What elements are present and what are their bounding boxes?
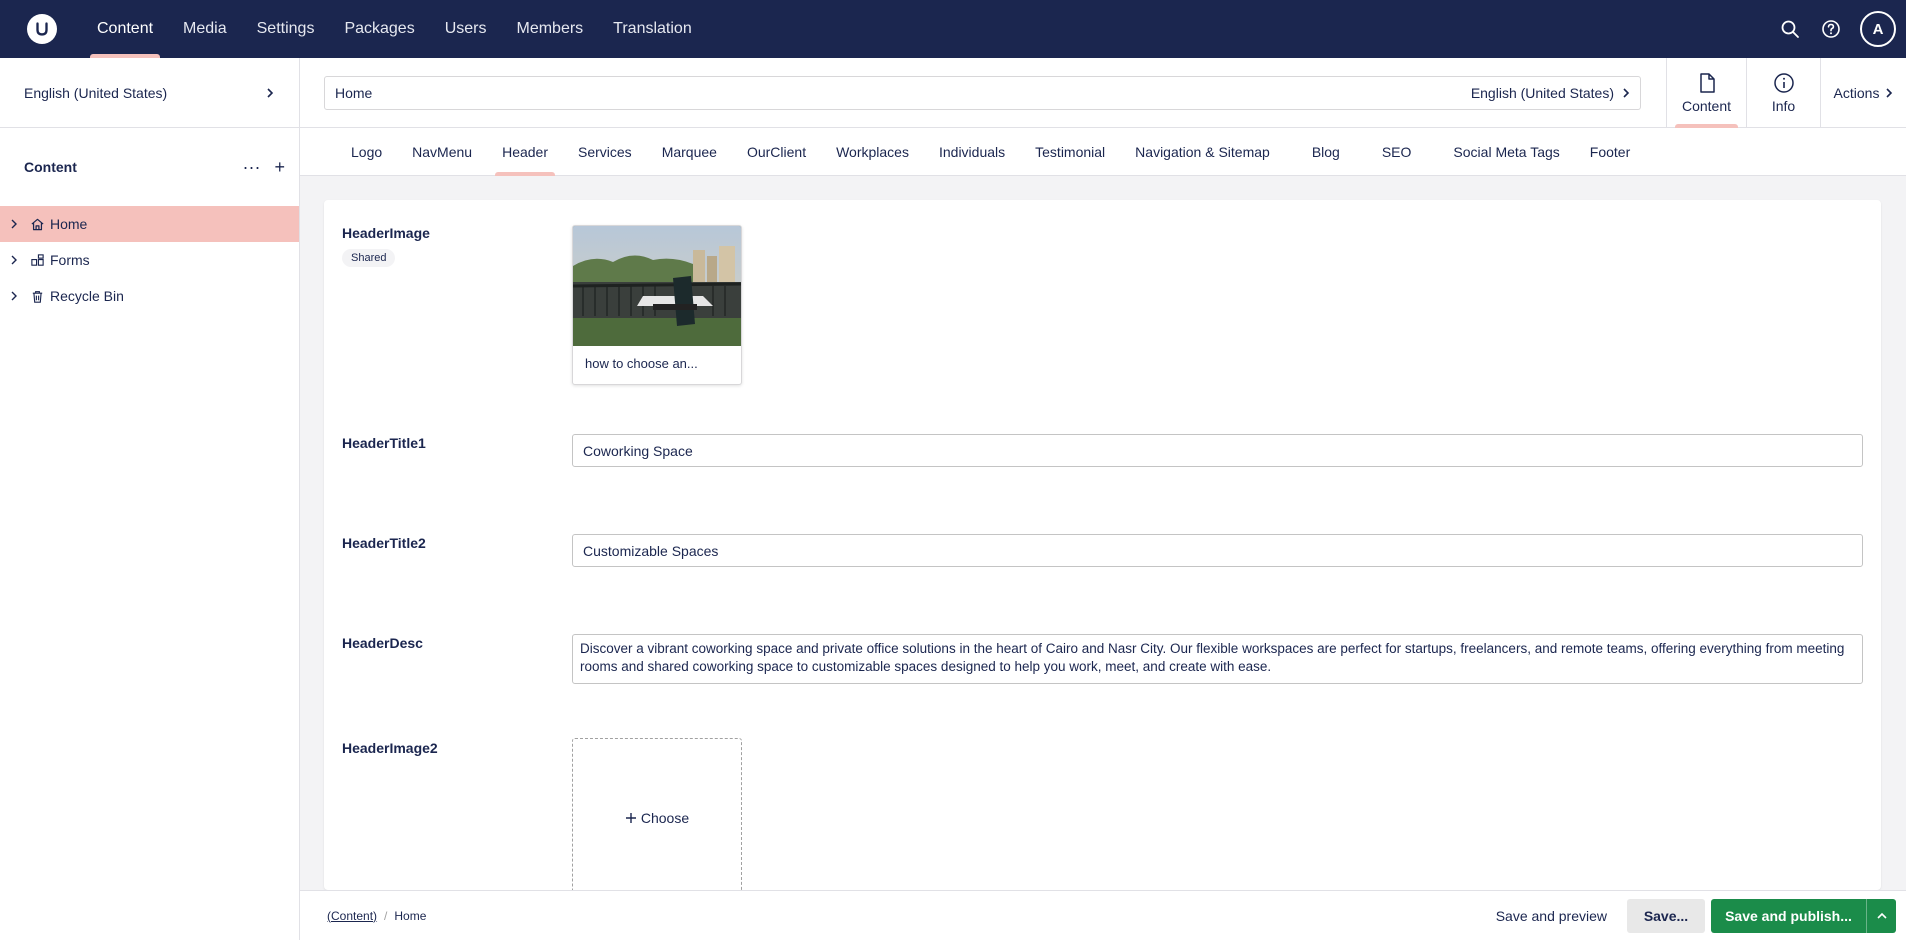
tab-header[interactable]: Header [487, 128, 563, 176]
property-label: HeaderDesc [342, 635, 423, 651]
chevron-right-icon [1623, 88, 1630, 98]
document-name-value: Home [335, 85, 373, 101]
save-and-publish-button[interactable]: Save and publish... [1711, 899, 1866, 933]
header-desc-textarea[interactable]: Discover a vibrant coworking space and p… [572, 634, 1863, 684]
tree-item-label: Recycle Bin [50, 288, 124, 304]
variant-selector[interactable]: English (United States) [1471, 85, 1630, 101]
trash-icon [28, 287, 46, 305]
home-icon [28, 215, 46, 233]
tab-marquee[interactable]: Marquee [647, 128, 732, 176]
user-avatar[interactable]: A [1860, 11, 1896, 47]
tab-logo[interactable]: Logo [336, 128, 397, 176]
save-and-preview-button[interactable]: Save and preview [1482, 899, 1621, 933]
top-bar: Content Media Settings Packages Users Me… [0, 0, 1906, 58]
tab-navigation-sitemap[interactable]: Navigation & Sitemap [1120, 128, 1285, 176]
section-media[interactable]: Media [168, 0, 242, 58]
tree-item-home[interactable]: Home [0, 206, 299, 242]
actions-menu-button[interactable]: Actions [1820, 58, 1906, 128]
tree-item-forms[interactable]: Forms [0, 242, 299, 278]
document-name-input[interactable]: Home English (United States) [324, 76, 1641, 110]
property-label: HeaderImage2 [342, 740, 438, 756]
plus-icon [625, 813, 636, 823]
property-group-tabs: Logo NavMenu Header Services Marquee Our… [300, 128, 1906, 176]
tab-workplaces[interactable]: Workplaces [821, 128, 924, 176]
chevron-right-icon[interactable] [10, 291, 24, 301]
section-users[interactable]: Users [430, 0, 502, 58]
tab-social-meta-tags[interactable]: Social Meta Tags [1438, 128, 1574, 176]
media-caption: how to choose an... [585, 356, 698, 371]
tab-seo[interactable]: SEO [1367, 128, 1427, 176]
publish-options-button[interactable] [1866, 899, 1896, 933]
more-options-icon[interactable]: ··· [243, 157, 261, 178]
breadcrumb-separator: / [384, 908, 388, 923]
breadcrumb-content-link[interactable]: (Content) [327, 909, 377, 923]
content-tree-header: Content ··· + [0, 128, 299, 206]
language-selector[interactable]: English (United States) [0, 58, 299, 128]
section-content[interactable]: Content [82, 0, 168, 58]
actions-label: Actions [1833, 85, 1880, 101]
choose-label: Choose [640, 810, 690, 826]
property-header-image: HeaderImage Shared [342, 225, 430, 267]
save-and-publish-group: Save and publish... [1711, 899, 1896, 933]
property-label: HeaderTitle2 [342, 535, 426, 551]
shared-badge: Shared [342, 249, 396, 267]
workspace-header: Home English (United States) Content Inf… [300, 58, 1906, 128]
variant-label: English (United States) [1470, 85, 1614, 101]
choose-media-button[interactable]: Choose [572, 738, 742, 890]
footer-actions: Save and preview Save... Save and publis… [1482, 899, 1896, 933]
header-title2-input[interactable]: Customizable Spaces [572, 534, 1863, 567]
chevron-right-icon[interactable] [10, 255, 24, 265]
tree-item-recycle-bin[interactable]: Recycle Bin [0, 278, 299, 314]
content-tree-title: Content [24, 159, 77, 175]
workspace-view-info-label: Info [1771, 98, 1796, 114]
tab-individuals[interactable]: Individuals [924, 128, 1020, 176]
chevron-right-icon[interactable] [10, 219, 24, 229]
chevron-right-icon [1886, 88, 1893, 98]
document-icon [1699, 73, 1715, 93]
tab-services[interactable]: Services [563, 128, 647, 176]
property-header-image2: HeaderImage2 [342, 740, 438, 756]
header-title1-input[interactable]: Coworking Space [572, 434, 1863, 467]
property-label: HeaderTitle1 [342, 435, 426, 451]
tab-testimonial[interactable]: Testimonial [1020, 128, 1120, 176]
breadcrumb: (Content) / Home [327, 909, 426, 923]
breadcrumb-current: Home [394, 908, 427, 923]
workspace-view-content[interactable]: Content [1666, 58, 1746, 128]
tab-ourclient[interactable]: OurClient [732, 128, 821, 176]
property-panel: HeaderImage Shared how to choose an... H… [324, 200, 1881, 890]
top-right-tools: A [1778, 0, 1906, 58]
tab-blog[interactable]: Blog [1297, 128, 1355, 176]
umbraco-logo-icon[interactable] [27, 14, 57, 44]
workspace-footer: (Content) / Home Save and preview Save..… [300, 890, 1906, 940]
forms-icon [28, 251, 46, 269]
help-icon[interactable] [1819, 17, 1843, 41]
section-settings[interactable]: Settings [242, 0, 330, 58]
section-members[interactable]: Members [501, 0, 598, 58]
property-header-title2: HeaderTitle2 [342, 535, 426, 551]
workspace-view-info[interactable]: Info [1746, 58, 1820, 128]
section-packages[interactable]: Packages [329, 0, 429, 58]
media-card[interactable]: how to choose an... [572, 225, 742, 385]
info-icon [1773, 73, 1794, 93]
media-thumbnail [573, 226, 741, 346]
section-nav: Content Media Settings Packages Users Me… [82, 0, 707, 58]
tree-item-label: Forms [50, 252, 90, 268]
language-label: English (United States) [24, 84, 168, 101]
property-header-desc: HeaderDesc [342, 635, 423, 651]
add-icon[interactable]: + [274, 157, 285, 178]
sidebar: English (United States) Content ··· + Ho… [0, 58, 300, 940]
tree-item-label: Home [50, 216, 88, 232]
section-translation[interactable]: Translation [598, 0, 707, 58]
search-icon[interactable] [1778, 17, 1802, 41]
property-header-title1: HeaderTitle1 [342, 435, 426, 451]
workspace-view-content-label: Content [1681, 98, 1732, 114]
save-button[interactable]: Save... [1627, 899, 1705, 933]
chevron-up-icon [1876, 912, 1887, 919]
tab-navmenu[interactable]: NavMenu [397, 128, 487, 176]
property-label: HeaderImage [342, 225, 430, 241]
tab-footer[interactable]: Footer [1575, 128, 1645, 176]
chevron-right-icon [267, 87, 274, 98]
